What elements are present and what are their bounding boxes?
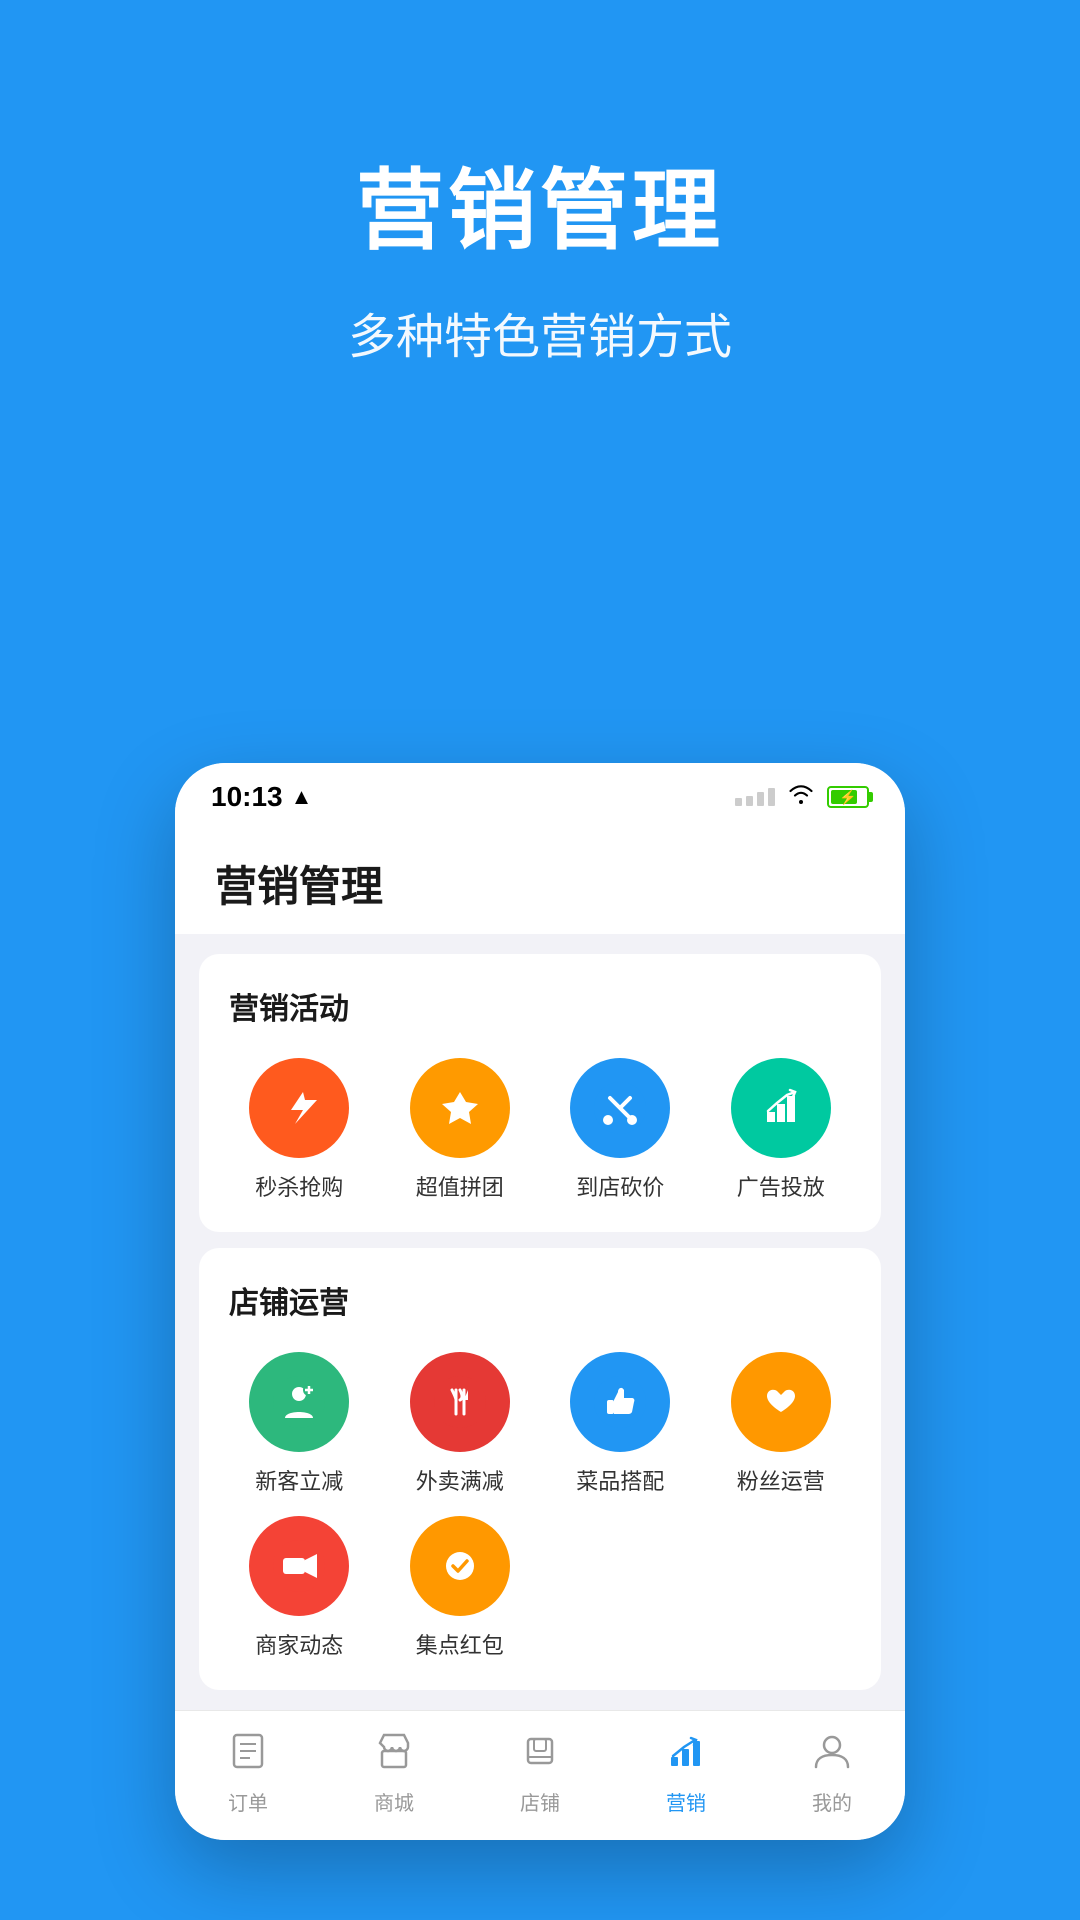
status-time: 10:13 ▲: [211, 781, 312, 813]
marketing-label: 营销: [666, 1787, 706, 1816]
content-area: 营销活动 秒杀抢购: [175, 934, 905, 1710]
signal-icon: [735, 788, 775, 806]
ads-icon: [731, 1058, 831, 1158]
delivery-item[interactable]: 外卖满减: [390, 1352, 531, 1496]
bottom-nav: 订单 商城 店铺: [175, 1710, 905, 1840]
mall-label: 商城: [374, 1787, 414, 1816]
location-icon: ▲: [291, 784, 313, 810]
marketing-activities-grid: 秒杀抢购 超值拼团: [229, 1058, 851, 1202]
wifi-icon: [787, 783, 815, 812]
store-operations-card: 店铺运营 新客立减: [199, 1248, 881, 1690]
combo-icon: [570, 1352, 670, 1452]
fans-label: 粉丝运营: [737, 1464, 825, 1496]
orders-label: 订单: [228, 1787, 268, 1816]
mine-icon: [812, 1731, 852, 1781]
marketing-icon: [666, 1731, 706, 1781]
marketing-activities-title: 营销活动: [229, 984, 851, 1028]
delivery-label: 外卖满减: [416, 1464, 504, 1496]
hero-section: 营销管理 多种特色营销方式: [0, 0, 1080, 367]
in-store-item[interactable]: 到店砍价: [550, 1058, 691, 1202]
hero-subtitle: 多种特色营销方式: [0, 297, 1080, 367]
new-discount-icon: [249, 1352, 349, 1452]
mine-label: 我的: [812, 1787, 852, 1816]
delivery-icon: [410, 1352, 510, 1452]
phone-mockup: 10:13 ▲ ⚡: [175, 763, 905, 1840]
points-item[interactable]: 集点红包: [390, 1516, 531, 1660]
hero-title: 营销管理: [0, 140, 1080, 267]
fans-icon: [731, 1352, 831, 1452]
orders-icon: [228, 1731, 268, 1781]
store-icon: [520, 1731, 560, 1781]
flash-sale-item[interactable]: 秒杀抢购: [229, 1058, 370, 1202]
store-operations-grid: 新客立减 外卖满减: [229, 1352, 851, 1660]
status-bar: 10:13 ▲ ⚡: [175, 763, 905, 823]
merchant-label: 商家动态: [255, 1628, 343, 1660]
new-discount-label: 新客立减: [255, 1464, 343, 1496]
group-buy-icon: [410, 1058, 510, 1158]
marketing-activities-card: 营销活动 秒杀抢购: [199, 954, 881, 1232]
nav-mall[interactable]: 商城: [374, 1731, 414, 1816]
in-store-label: 到店砍价: [576, 1170, 664, 1202]
merchant-icon: [249, 1516, 349, 1616]
merchant-item[interactable]: 商家动态: [229, 1516, 370, 1660]
ads-label: 广告投放: [737, 1170, 825, 1202]
mall-icon: [374, 1731, 414, 1781]
nav-mine[interactable]: 我的: [812, 1731, 852, 1816]
combo-item[interactable]: 菜品搭配: [550, 1352, 691, 1496]
flash-sale-icon: [249, 1058, 349, 1158]
store-operations-title: 店铺运营: [229, 1278, 851, 1322]
nav-store[interactable]: 店铺: [520, 1731, 560, 1816]
app-header: 营销管理: [175, 823, 905, 934]
nav-marketing[interactable]: 营销: [666, 1731, 706, 1816]
points-icon: [410, 1516, 510, 1616]
in-store-icon: [570, 1058, 670, 1158]
combo-label: 菜品搭配: [576, 1464, 664, 1496]
battery-icon: ⚡: [827, 786, 869, 808]
ads-item[interactable]: 广告投放: [711, 1058, 852, 1202]
flash-sale-label: 秒杀抢购: [255, 1170, 343, 1202]
points-label: 集点红包: [416, 1628, 504, 1660]
fans-item[interactable]: 粉丝运营: [711, 1352, 852, 1496]
group-buy-label: 超值拼团: [416, 1170, 504, 1202]
store-label: 店铺: [520, 1787, 560, 1816]
status-icons: ⚡: [735, 783, 869, 812]
app-header-title: 营销管理: [215, 853, 865, 914]
new-discount-item[interactable]: 新客立减: [229, 1352, 370, 1496]
nav-orders[interactable]: 订单: [228, 1731, 268, 1816]
group-buy-item[interactable]: 超值拼团: [390, 1058, 531, 1202]
